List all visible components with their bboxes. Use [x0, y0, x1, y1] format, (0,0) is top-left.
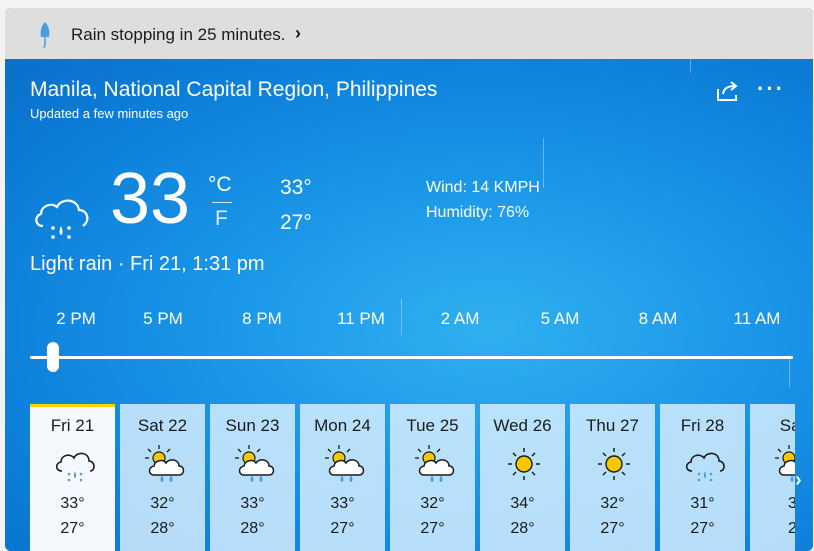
current-weather-panel: Manila, National Capital Region, Philipp… [5, 59, 813, 551]
day-low: 27° [690, 520, 715, 537]
umbrella-icon [40, 22, 50, 48]
chevron-right-icon[interactable]: › [795, 469, 802, 492]
sun-icon [598, 448, 630, 480]
timeline-slider-track[interactable] [30, 356, 793, 359]
day-tile[interactable]: Wed 26 34° 28° [480, 404, 565, 551]
celsius-toggle[interactable]: °C [208, 173, 232, 197]
hour-label[interactable]: 5 AM [541, 309, 580, 329]
hour-label[interactable]: 5 PM [143, 309, 183, 329]
day-name: Mon 24 [314, 416, 371, 435]
day-name: Sat 22 [137, 416, 188, 435]
sun-cloud-rain-icon [235, 445, 275, 482]
weather-card: Rain stopping in 25 minutes. › Manila, N… [5, 8, 813, 551]
day-low: 27° [420, 520, 445, 537]
day-low: 27° [330, 520, 355, 537]
sun-cloud-rain-icon [415, 445, 455, 482]
sun-icon [508, 448, 540, 480]
day-name: Sat [779, 416, 795, 435]
day-high: 33° [240, 495, 265, 512]
day-low: 27° [600, 520, 625, 537]
condition-description: Light rain · Fri 21, 1:31 pm [30, 253, 265, 275]
day-high: 33° [60, 495, 85, 512]
low-temperature: 27° [280, 211, 312, 234]
day-tile[interactable]: Sun 23 33° 28° [210, 404, 295, 551]
hour-label[interactable]: 11 AM [734, 309, 781, 329]
day-low: 28° [240, 520, 265, 537]
day-name: Fri 28 [680, 416, 725, 435]
hour-label[interactable]: 2 PM [56, 309, 96, 329]
day-high: 31° [690, 495, 715, 512]
day-name: Sun 23 [225, 416, 280, 435]
rain-alert-banner[interactable]: Rain stopping in 25 minutes. › [5, 8, 813, 60]
fahrenheit-toggle[interactable]: F [215, 207, 228, 231]
day-name: Wed 26 [493, 416, 552, 435]
sun-cloud-rain-icon [775, 445, 795, 482]
hour-label[interactable]: 2 AM [441, 309, 480, 329]
day-high: 32° [420, 495, 445, 512]
day-name: Fri 21 [50, 416, 95, 435]
current-temperature: 33 [110, 159, 191, 239]
day-high: 3 [788, 495, 795, 512]
alert-text: Rain stopping in 25 minutes. [71, 25, 286, 44]
day-tile[interactable]: Sat 3 2 [750, 404, 795, 551]
chevron-right-icon: › [295, 23, 301, 43]
wind-text: Wind: 14 KMPH [426, 179, 540, 196]
hour-label[interactable]: 8 AM [639, 309, 678, 329]
high-temperature: 33° [280, 176, 312, 199]
day-low: 2 [788, 520, 795, 537]
day-tile[interactable]: Fri 21 33° 27° [30, 404, 115, 551]
day-tile[interactable]: Mon 24 33° 27° [300, 404, 385, 551]
daily-forecast: Fri 21 33° 27° Sat 22 32° 28° Sun 23 33° 28° Mon … [30, 404, 795, 551]
humidity-text: Humidity: 76% [426, 204, 530, 221]
rain-cloud-icon [55, 452, 95, 482]
day-low: 28° [150, 520, 175, 537]
sun-cloud-rain-icon [325, 445, 365, 482]
hourly-labels: 2 PM 5 PM 8 PM 11 PM 2 AM 5 AM 8 AM 11 A… [5, 309, 813, 339]
updated-text: Updated a few minutes ago [30, 106, 189, 121]
day-low: 27° [60, 520, 85, 537]
location-title[interactable]: Manila, National Capital Region, Philipp… [30, 78, 437, 102]
sun-cloud-rain-icon [145, 445, 185, 482]
day-tile[interactable]: Sat 22 32° 28° [120, 404, 205, 551]
day-tile[interactable]: Fri 28 31° 27° [660, 404, 745, 551]
day-high: 32° [150, 495, 175, 512]
rain-cloud-icon [35, 199, 89, 239]
day-high: 32° [600, 495, 625, 512]
day-high: 33° [330, 495, 355, 512]
day-low: 28° [510, 520, 535, 537]
hour-label[interactable]: 11 PM [337, 309, 385, 329]
day-tile[interactable]: Thu 27 32° 27° [570, 404, 655, 551]
day-tile[interactable]: Tue 25 32° 27° [390, 404, 475, 551]
rain-cloud-icon [685, 452, 725, 482]
day-high: 34° [510, 495, 535, 512]
day-name: Thu 27 [586, 416, 639, 435]
unit-divider [212, 202, 232, 203]
timeline-slider-thumb[interactable] [47, 342, 59, 372]
hour-label[interactable]: 8 PM [242, 309, 282, 329]
day-name: Tue 25 [406, 416, 459, 435]
share-icon[interactable] [715, 79, 741, 103]
more-options-icon[interactable]: ··· [757, 78, 785, 100]
